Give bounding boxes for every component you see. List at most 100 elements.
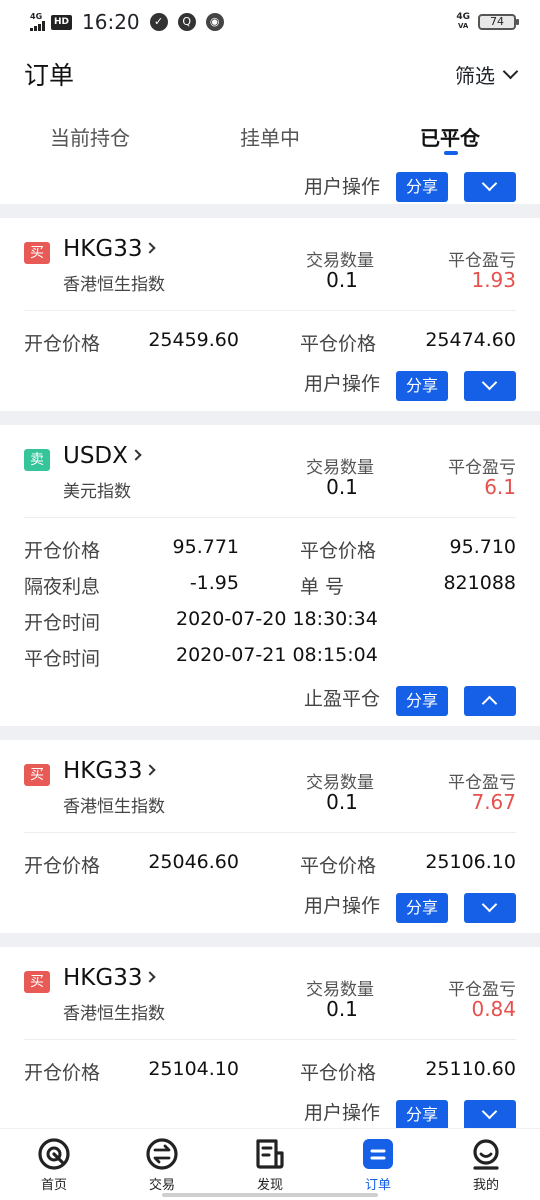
open-price-value: 95.771 bbox=[172, 536, 239, 558]
qty-value: 0.1 bbox=[326, 268, 358, 292]
symbol-link[interactable]: HKG33 bbox=[63, 758, 157, 784]
card-actions: 止盈平仓 分享 bbox=[24, 674, 516, 726]
expand-button[interactable] bbox=[464, 893, 516, 923]
tab-pending-orders[interactable]: 挂单中 bbox=[180, 108, 360, 164]
symbol-link[interactable]: HKG33 bbox=[63, 236, 157, 262]
symbol-name: 香港恒生指数 bbox=[63, 797, 165, 817]
q-app-icon: Q bbox=[177, 13, 196, 31]
page-title: 订单 bbox=[24, 61, 75, 90]
chevron-down-icon bbox=[481, 896, 498, 913]
close-time-label: 平仓时间 bbox=[24, 648, 101, 670]
divider bbox=[24, 1039, 516, 1040]
order-list[interactable]: 用户操作 分享 买 HKG33 香港恒生指数 交易数量 0.1 平仓盈亏 1.9… bbox=[0, 164, 540, 1128]
nav-label: 发现 bbox=[256, 1178, 283, 1193]
open-time-row: 开仓时间 2020-07-20 18:30:34 bbox=[24, 602, 516, 638]
price-row: 开仓价格 25046.60 平仓价格 25106.10 bbox=[24, 845, 516, 881]
nav-label: 订单 bbox=[364, 1178, 391, 1193]
side-badge-buy: 买 bbox=[24, 971, 50, 993]
swap-value: -1.95 bbox=[189, 572, 239, 594]
chevron-right-icon bbox=[144, 242, 157, 254]
close-time-row: 平仓时间 2020-07-21 08:15:04 bbox=[24, 638, 516, 674]
tab-closed-positions[interactable]: 已平仓 bbox=[360, 108, 540, 164]
nav-label: 交易 bbox=[148, 1178, 175, 1193]
divider bbox=[24, 310, 516, 311]
qty-value: 0.1 bbox=[326, 790, 358, 814]
symbol-code: USDX bbox=[63, 443, 128, 469]
close-price-label: 平仓价格 bbox=[300, 540, 377, 562]
swap-row: 隔夜利息 -1.95 单 号 821088 bbox=[24, 566, 516, 602]
price-row: 开仓价格 95.771 平仓价格 95.710 bbox=[24, 530, 516, 566]
nav-home[interactable]: 首页 bbox=[0, 1129, 108, 1200]
card-actions: 用户操作 分享 bbox=[24, 881, 516, 933]
share-button[interactable]: 分享 bbox=[396, 686, 448, 716]
hd-icon: HD bbox=[51, 14, 73, 30]
nav-trade[interactable]: 交易 bbox=[108, 1129, 216, 1200]
collapse-button[interactable] bbox=[464, 686, 516, 716]
chevron-down-icon bbox=[481, 1103, 498, 1120]
order-card-partial: 用户操作 分享 bbox=[0, 164, 540, 204]
price-row: 开仓价格 25459.60 平仓价格 25474.60 bbox=[24, 323, 516, 359]
clock: 16:20 bbox=[82, 10, 140, 34]
chevron-right-icon bbox=[144, 764, 157, 776]
filter-button[interactable]: 筛选 bbox=[455, 60, 519, 89]
symbol-link[interactable]: HKG33 bbox=[63, 965, 157, 991]
battery-icon: 74 bbox=[478, 14, 519, 30]
nav-orders[interactable]: 订单 bbox=[324, 1129, 432, 1200]
bottom-nav: 首页 交易 发现 订单 我的 bbox=[0, 1128, 540, 1200]
volte-icon: 4G VA bbox=[456, 12, 470, 31]
status-left: 4G HD 16:20 ✓ Q ◉ bbox=[30, 10, 224, 34]
nav-discover[interactable]: 发现 bbox=[216, 1129, 324, 1200]
divider bbox=[24, 832, 516, 833]
open-time-label: 开仓时间 bbox=[24, 612, 101, 634]
nav-label: 我的 bbox=[472, 1178, 499, 1193]
order-no-value: 821088 bbox=[443, 572, 516, 594]
qty-value: 0.1 bbox=[326, 475, 358, 499]
share-button[interactable]: 分享 bbox=[396, 1100, 448, 1128]
open-price-label: 开仓价格 bbox=[24, 855, 101, 877]
order-card: 买 HKG33 香港恒生指数 交易数量 0.1 平仓盈亏 7.67 开仓价格 2… bbox=[0, 740, 540, 933]
tab-current-positions[interactable]: 当前持仓 bbox=[0, 108, 180, 164]
pnl-value: 1.93 bbox=[471, 268, 516, 292]
pnl-value: 0.84 bbox=[471, 997, 516, 1021]
close-price-label: 平仓价格 bbox=[300, 855, 377, 877]
action-label: 用户操作 bbox=[303, 373, 380, 395]
share-button[interactable]: 分享 bbox=[396, 893, 448, 923]
expand-button[interactable] bbox=[464, 371, 516, 401]
share-button[interactable]: 分享 bbox=[396, 371, 448, 401]
expand-button[interactable] bbox=[464, 1100, 516, 1128]
price-row: 开仓价格 25104.10 平仓价格 25110.60 bbox=[24, 1052, 516, 1088]
expand-button[interactable] bbox=[464, 172, 516, 202]
symbol-link[interactable]: USDX bbox=[63, 443, 142, 469]
cell-signal-icon: 4G bbox=[30, 13, 45, 31]
chevron-down-icon bbox=[481, 175, 498, 192]
pnl-value: 7.67 bbox=[471, 790, 516, 814]
close-price-label: 平仓价格 bbox=[300, 1062, 377, 1084]
order-no-label: 单 号 bbox=[300, 576, 345, 598]
side-badge-buy: 买 bbox=[24, 242, 50, 264]
nav-profile[interactable]: 我的 bbox=[432, 1129, 540, 1200]
action-label: 用户操作 bbox=[303, 176, 380, 198]
compass-icon: ✓ bbox=[149, 13, 168, 31]
card-separator bbox=[0, 411, 540, 425]
order-tabs: 当前持仓 挂单中 已平仓 bbox=[0, 108, 540, 164]
open-time-value: 2020-07-20 18:30:34 bbox=[176, 608, 378, 630]
home-indicator[interactable] bbox=[162, 1193, 378, 1197]
share-button[interactable]: 分享 bbox=[396, 172, 448, 202]
open-price-value: 25046.60 bbox=[148, 851, 239, 873]
action-label: 止盈平仓 bbox=[303, 688, 380, 710]
active-tab-indicator bbox=[444, 151, 458, 155]
orders-icon bbox=[363, 1139, 393, 1169]
swap-label: 隔夜利息 bbox=[24, 576, 101, 598]
status-bar: 4G HD 16:20 ✓ Q ◉ 4G VA 74 bbox=[0, 0, 540, 44]
symbol-name: 香港恒生指数 bbox=[63, 1004, 165, 1024]
network-type: 4G bbox=[30, 12, 43, 21]
close-price-value: 95.710 bbox=[449, 536, 516, 558]
symbol-name: 美元指数 bbox=[63, 482, 131, 502]
card-actions: 用户操作 分享 bbox=[24, 359, 516, 411]
card-separator bbox=[0, 204, 540, 218]
nav-label: 首页 bbox=[40, 1178, 67, 1193]
exchange-icon bbox=[146, 1138, 178, 1170]
home-icon bbox=[38, 1138, 70, 1170]
discover-icon bbox=[256, 1139, 284, 1169]
divider bbox=[24, 517, 516, 518]
